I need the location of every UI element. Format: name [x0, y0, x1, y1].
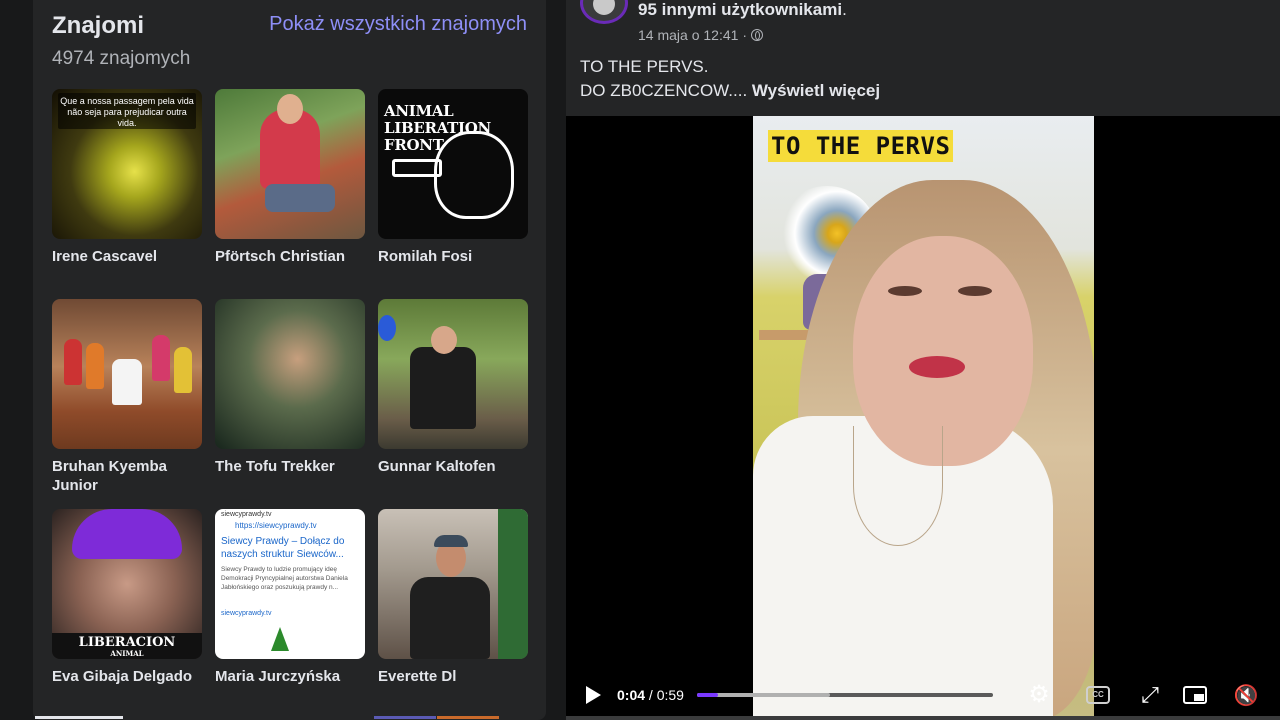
globe-icon[interactable]: [751, 29, 764, 41]
tagged-users[interactable]: 95 innymi użytkownikami.: [638, 0, 847, 20]
video-caption: TO THE PERVS: [768, 130, 954, 162]
page-avatar[interactable]: [580, 0, 628, 24]
post-text-line: TO THE PERVS.: [580, 57, 709, 76]
photo-banner: LIBERACION ANIMAL: [52, 633, 202, 659]
photo-caption: Que a nossa passagem pela vida não seja …: [58, 93, 196, 129]
friend-name[interactable]: The Tofu Trekker: [215, 457, 365, 476]
friend-card[interactable]: Que a nossa passagem pela vida não seja …: [52, 89, 202, 266]
friend-name[interactable]: Bruhan Kyemba Junior: [52, 457, 202, 495]
progress-bar[interactable]: [697, 693, 993, 697]
friends-title[interactable]: Znajomi: [52, 12, 144, 40]
video-time: 0:04 / 0:59: [617, 687, 684, 703]
friend-photo[interactable]: ANIMAL LIBERATION FRONT: [378, 89, 528, 239]
play-icon[interactable]: [586, 686, 601, 704]
pip-icon[interactable]: [1182, 682, 1208, 708]
friend-name[interactable]: Everette Dl: [378, 667, 528, 686]
friend-name[interactable]: Pförtsch Christian: [215, 247, 365, 266]
show-all-friends-link[interactable]: Pokaż wszystkich znajomych: [269, 13, 527, 36]
friend-name[interactable]: Eva Gibaja Delgado: [52, 667, 202, 686]
tab-indicator: [374, 716, 436, 719]
friend-card[interactable]: ANIMAL LIBERATION FRONT Romilah Fosi: [378, 89, 528, 266]
video-frame[interactable]: TO THE PERVS: [753, 116, 1094, 720]
friend-photo[interactable]: [378, 299, 528, 449]
settings-icon[interactable]: ⚙: [1026, 682, 1052, 708]
friend-name[interactable]: Gunnar Kaltofen: [378, 457, 528, 476]
friend-photo[interactable]: [378, 509, 528, 659]
friends-count: 4974 znajomych: [52, 48, 191, 69]
mute-icon[interactable]: 🔇: [1233, 682, 1259, 708]
video-controls: 0:04 / 0:59 ⚙ CC ⤢ 🔇: [566, 668, 1280, 720]
friend-card[interactable]: The Tofu Trekker: [215, 299, 365, 476]
friend-card[interactable]: Gunnar Kaltofen: [378, 299, 528, 476]
post-meta: 14 maja o 12:41 ·: [638, 27, 764, 43]
friend-photo[interactable]: [215, 89, 365, 239]
friend-photo[interactable]: [52, 299, 202, 449]
friend-photo[interactable]: LIBERACION ANIMAL: [52, 509, 202, 659]
bottom-bar: [566, 716, 1280, 720]
tab-indicator: [437, 716, 499, 719]
friend-card[interactable]: siewcyprawdy.tv https://siewcyprawdy.tv …: [215, 509, 365, 686]
friends-header: Znajomi 4974 znajomych Pokaż wszystkich …: [52, 10, 527, 70]
post: 95 innymi użytkownikami. 14 maja o 12:41…: [566, 0, 1280, 720]
captions-icon[interactable]: CC: [1085, 682, 1111, 708]
played-bar: [697, 693, 718, 697]
friend-card[interactable]: Bruhan Kyemba Junior: [52, 299, 202, 495]
see-more-link[interactable]: Wyświetl więcej: [752, 81, 880, 100]
fullscreen-icon[interactable]: ⤢: [1137, 682, 1163, 708]
video-player[interactable]: TO THE PERVS 0:04 / 0:59 ⚙ CC ⤢ 🔇: [566, 116, 1280, 720]
friend-photo[interactable]: [215, 299, 365, 449]
tab-indicator: [35, 716, 123, 719]
post-timestamp[interactable]: 14 maja o 12:41: [638, 27, 738, 43]
friend-photo[interactable]: siewcyprawdy.tv https://siewcyprawdy.tv …: [215, 509, 365, 659]
friend-name[interactable]: Romilah Fosi: [378, 247, 528, 266]
friend-photo[interactable]: Que a nossa passagem pela vida não seja …: [52, 89, 202, 239]
friend-card[interactable]: Pförtsch Christian: [215, 89, 365, 266]
post-text-line: DO ZB0CZENCOW.... Wyświetl więcej: [580, 81, 881, 100]
friend-card[interactable]: Everette Dl: [378, 509, 528, 686]
friend-name[interactable]: Irene Cascavel: [52, 247, 202, 266]
friends-panel: Znajomi 4974 znajomych Pokaż wszystkich …: [33, 0, 546, 720]
friend-card[interactable]: LIBERACION ANIMAL Eva Gibaja Delgado: [52, 509, 202, 686]
friend-name[interactable]: Maria Jurczyńska: [215, 667, 365, 686]
